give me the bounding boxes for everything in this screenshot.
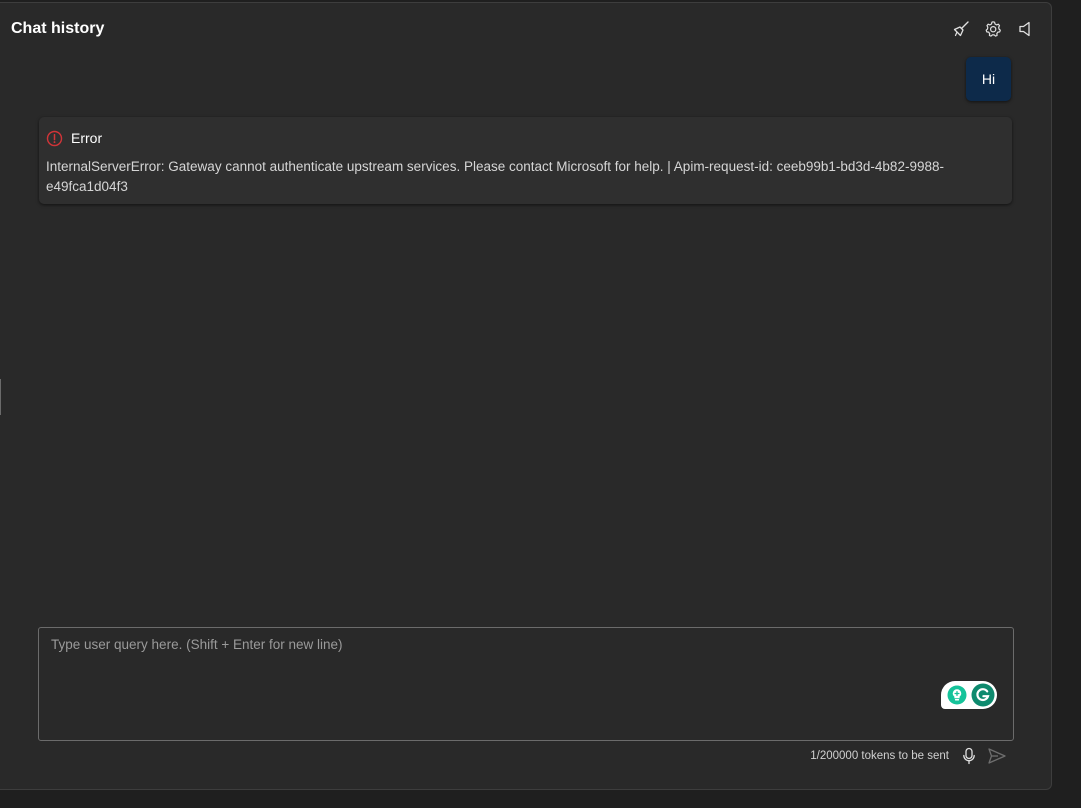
- lightbulb-icon: [947, 685, 967, 705]
- query-input-box: [38, 627, 1014, 741]
- header-actions: [951, 18, 1035, 40]
- grammarly-widget[interactable]: [941, 681, 997, 709]
- speaker-icon: [1019, 21, 1030, 37]
- error-message-card: Error InternalServerError: Gateway canno…: [39, 117, 1012, 204]
- error-text: InternalServerError: Gateway cannot auth…: [46, 159, 944, 194]
- broom-icon: [953, 21, 969, 37]
- error-circle-icon: [46, 130, 63, 146]
- error-title: Error: [71, 130, 103, 146]
- error-header: Error: [46, 129, 1005, 147]
- user-message-text: Hi: [981, 71, 996, 87]
- chat-panel: Chat history Hi Error InternalServerErro…: [0, 2, 1052, 790]
- token-counter: 1/200000 tokens to be sent: [810, 750, 949, 762]
- user-message: Hi: [966, 57, 1011, 101]
- send-button[interactable]: [987, 745, 1007, 767]
- page-title: Chat history: [11, 20, 105, 37]
- speaker-button[interactable]: [1015, 18, 1035, 40]
- input-footer: 1/200000 tokens to be sent: [810, 745, 1007, 767]
- settings-button[interactable]: [983, 18, 1003, 40]
- send-icon: [988, 748, 1006, 764]
- grammarly-logo-icon: [971, 683, 995, 707]
- query-input[interactable]: [39, 628, 1013, 740]
- resize-handle[interactable]: [0, 379, 1, 415]
- microphone-icon: [963, 747, 975, 765]
- clear-chat-button[interactable]: [951, 18, 971, 40]
- microphone-button[interactable]: [959, 745, 979, 767]
- gear-icon: [985, 21, 1001, 37]
